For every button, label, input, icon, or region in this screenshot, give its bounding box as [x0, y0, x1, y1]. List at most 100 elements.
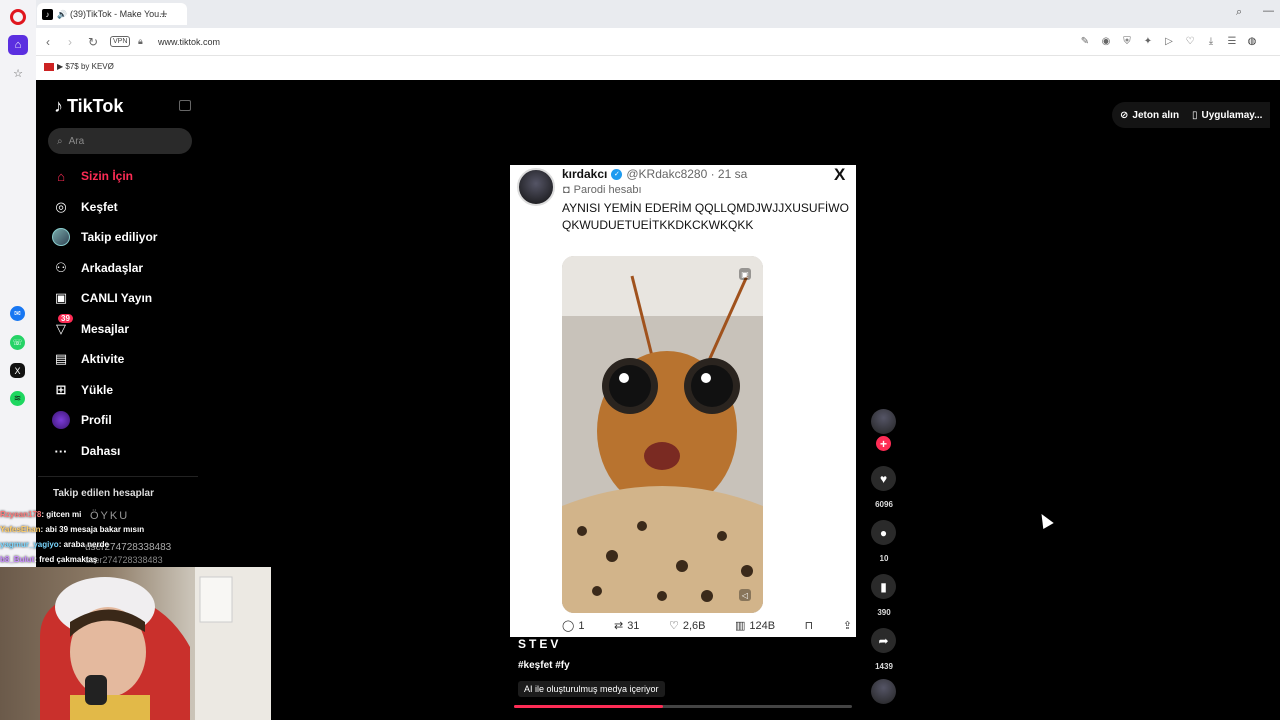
video-progress-fill: [514, 705, 663, 708]
nav-label: Mesajlar: [81, 322, 130, 336]
profile-icon[interactable]: ◍: [1245, 34, 1259, 48]
heart-icon[interactable]: ♡: [1183, 34, 1197, 48]
like-button[interactable]: ♥: [871, 466, 896, 491]
search-input[interactable]: ⌕ Ara: [48, 128, 192, 154]
chat-user: b8_Bulut: [0, 555, 35, 564]
followed-accounts-title: Takip edilen hesaplar: [53, 488, 154, 499]
chat-msg: : fred çakmaktaş: [34, 555, 98, 564]
collapse-sidebar-icon[interactable]: [179, 100, 191, 111]
bookmark-icon: ⊓: [804, 620, 814, 632]
follow-button[interactable]: +: [876, 436, 891, 451]
nav-explore[interactable]: ◎ Keşfet: [52, 196, 117, 218]
get-coins-label: Jeton alın: [1132, 109, 1180, 121]
nav-messages[interactable]: ▽ 39 Mesajlar: [52, 314, 130, 340]
nav-label: CANLI Yayın: [81, 291, 153, 305]
tweet-header: kırdakcı ✓ @KRdakc8280 · 21 sa: [562, 167, 747, 181]
menu-icon[interactable]: ☰: [1225, 34, 1239, 48]
nav-profile[interactable]: Profil: [52, 409, 112, 431]
x-logo-icon: X: [834, 165, 846, 184]
bookmark-label: ▶ $7$ by KEVØ: [57, 62, 114, 71]
ai-content-label: AI ile oluşturulmuş medya içeriyor: [518, 681, 665, 697]
spotify-icon[interactable]: ≋: [10, 391, 25, 406]
download-icon[interactable]: ⤓: [1204, 34, 1218, 48]
edit-icon[interactable]: ✎: [1078, 34, 1092, 48]
tiktok-logo-icon: ♪: [54, 96, 63, 116]
streamer-webcam: [0, 567, 271, 720]
tiktok-favicon-icon: ♪: [42, 8, 53, 20]
opera-logo-icon[interactable]: [10, 9, 26, 25]
chat-msg: : gitcen mi: [41, 510, 82, 519]
tiktok-logo[interactable]: ♪ TikTok: [54, 96, 123, 117]
activity-icon: ▤: [54, 351, 68, 366]
tweet-avatar: [517, 168, 555, 206]
share-button[interactable]: ➦: [871, 628, 896, 653]
video-author[interactable]: STEV: [518, 637, 561, 651]
gif-icon: ▣: [739, 268, 751, 280]
x-icon[interactable]: X: [10, 363, 25, 378]
tab-bar: ♪ 🔊 (39)TikTok - Make You... + ⌕ —: [36, 0, 1280, 28]
bookmark-item[interactable]: ▶ $7$ by KEVØ: [44, 62, 114, 71]
chat-user: YafesEhan: [0, 525, 41, 534]
nav-label: Dahası: [81, 444, 121, 458]
home-icon[interactable]: ⌂: [8, 35, 28, 55]
sound-disc[interactable]: [871, 679, 896, 704]
shield-icon[interactable]: ⛨: [1120, 34, 1134, 48]
get-app-label: Uygulamay...: [1201, 109, 1263, 121]
nav-label: Profil: [81, 413, 112, 427]
forward-icon[interactable]: ›: [62, 34, 78, 50]
chat-line: yagmur_yagiyo: araba nerde: [0, 537, 200, 552]
address-bar: ‹ › ↻ VPN 🔒︎ www.tiktok.com ✎ ◉ ⛨ ✦ ▷ ♡ …: [36, 28, 1280, 56]
nav-friends[interactable]: ⚇ Arkadaşlar: [52, 257, 143, 279]
compass-icon: ◎: [55, 199, 67, 214]
upload-icon: ⊞: [55, 382, 67, 397]
share-arrow-icon: ➦: [878, 633, 889, 648]
star-icon[interactable]: ☆: [8, 63, 28, 83]
comment-button[interactable]: ●: [871, 520, 896, 545]
search-icon: ⌕: [57, 135, 63, 147]
reply-icon: ◯: [562, 620, 575, 632]
flag-icon: [44, 62, 54, 71]
url-field[interactable]: www.tiktok.com: [158, 37, 220, 47]
extensions-icon[interactable]: ✦: [1141, 34, 1155, 48]
following-avatar: [52, 228, 70, 246]
bookmarks-bar: ▶ $7$ by KEVØ: [36, 56, 1280, 80]
back-icon[interactable]: ‹: [40, 34, 56, 50]
vpn-badge[interactable]: VPN: [110, 36, 131, 47]
search-tabs-icon[interactable]: ⌕: [1236, 6, 1242, 19]
like-count: 6096: [875, 500, 893, 509]
mute-icon: ◁: [739, 589, 751, 601]
reload-icon[interactable]: ↻: [85, 34, 101, 50]
video-hashtags[interactable]: #keşfet #fy: [518, 660, 570, 671]
save-button[interactable]: ▮: [871, 574, 896, 599]
video-player[interactable]: kırdakcı ✓ @KRdakc8280 · 21 sa ◘ Parodi …: [510, 165, 856, 637]
minimize-icon[interactable]: —: [1263, 5, 1274, 17]
nav-upload[interactable]: ⊞ Yükle: [52, 379, 113, 401]
play-icon[interactable]: ▷: [1162, 34, 1176, 48]
nav-activity[interactable]: ▤ Aktivite: [52, 348, 125, 370]
nav-label: Arkadaşlar: [81, 261, 144, 275]
profile-avatar: [52, 411, 70, 429]
comment-count: 10: [879, 554, 889, 563]
nav-more[interactable]: ··· Dahası: [52, 440, 121, 462]
get-coins-button[interactable]: ⊘ Jeton alın: [1112, 102, 1188, 128]
nav-for-you[interactable]: ⌂ Sizin İçin: [52, 165, 133, 187]
creator-avatar[interactable]: [871, 409, 896, 434]
retweet-icon: ⇄: [613, 620, 624, 632]
view-count: 124B: [749, 619, 776, 632]
more-icon: ···: [54, 443, 68, 459]
messenger-icon[interactable]: ✉: [10, 306, 25, 321]
chat-line: YafesEhan: abi 39 mesaja bakar mısın: [0, 522, 200, 537]
coin-icon: ⊘: [1120, 109, 1129, 121]
stream-chat: Rzyean178: gitcen mi YafesEhan: abi 39 m…: [0, 507, 200, 567]
nav-following[interactable]: Takip ediliyor: [52, 226, 157, 248]
lock-icon[interactable]: 🔒︎: [138, 36, 143, 47]
camera-icon[interactable]: ◉: [1099, 34, 1113, 48]
whatsapp-icon[interactable]: ☏: [10, 335, 25, 350]
video-progress-bar[interactable]: [514, 705, 852, 708]
messages-badge: 39: [58, 314, 73, 323]
phone-icon: ▯: [1192, 109, 1198, 121]
get-app-button[interactable]: ▯ Uygulamay...: [1184, 102, 1271, 128]
send-icon: ▽ 39: [52, 314, 73, 338]
new-tab-icon[interactable]: +: [160, 6, 168, 21]
nav-live[interactable]: ▣ CANLI Yayın: [52, 287, 152, 309]
